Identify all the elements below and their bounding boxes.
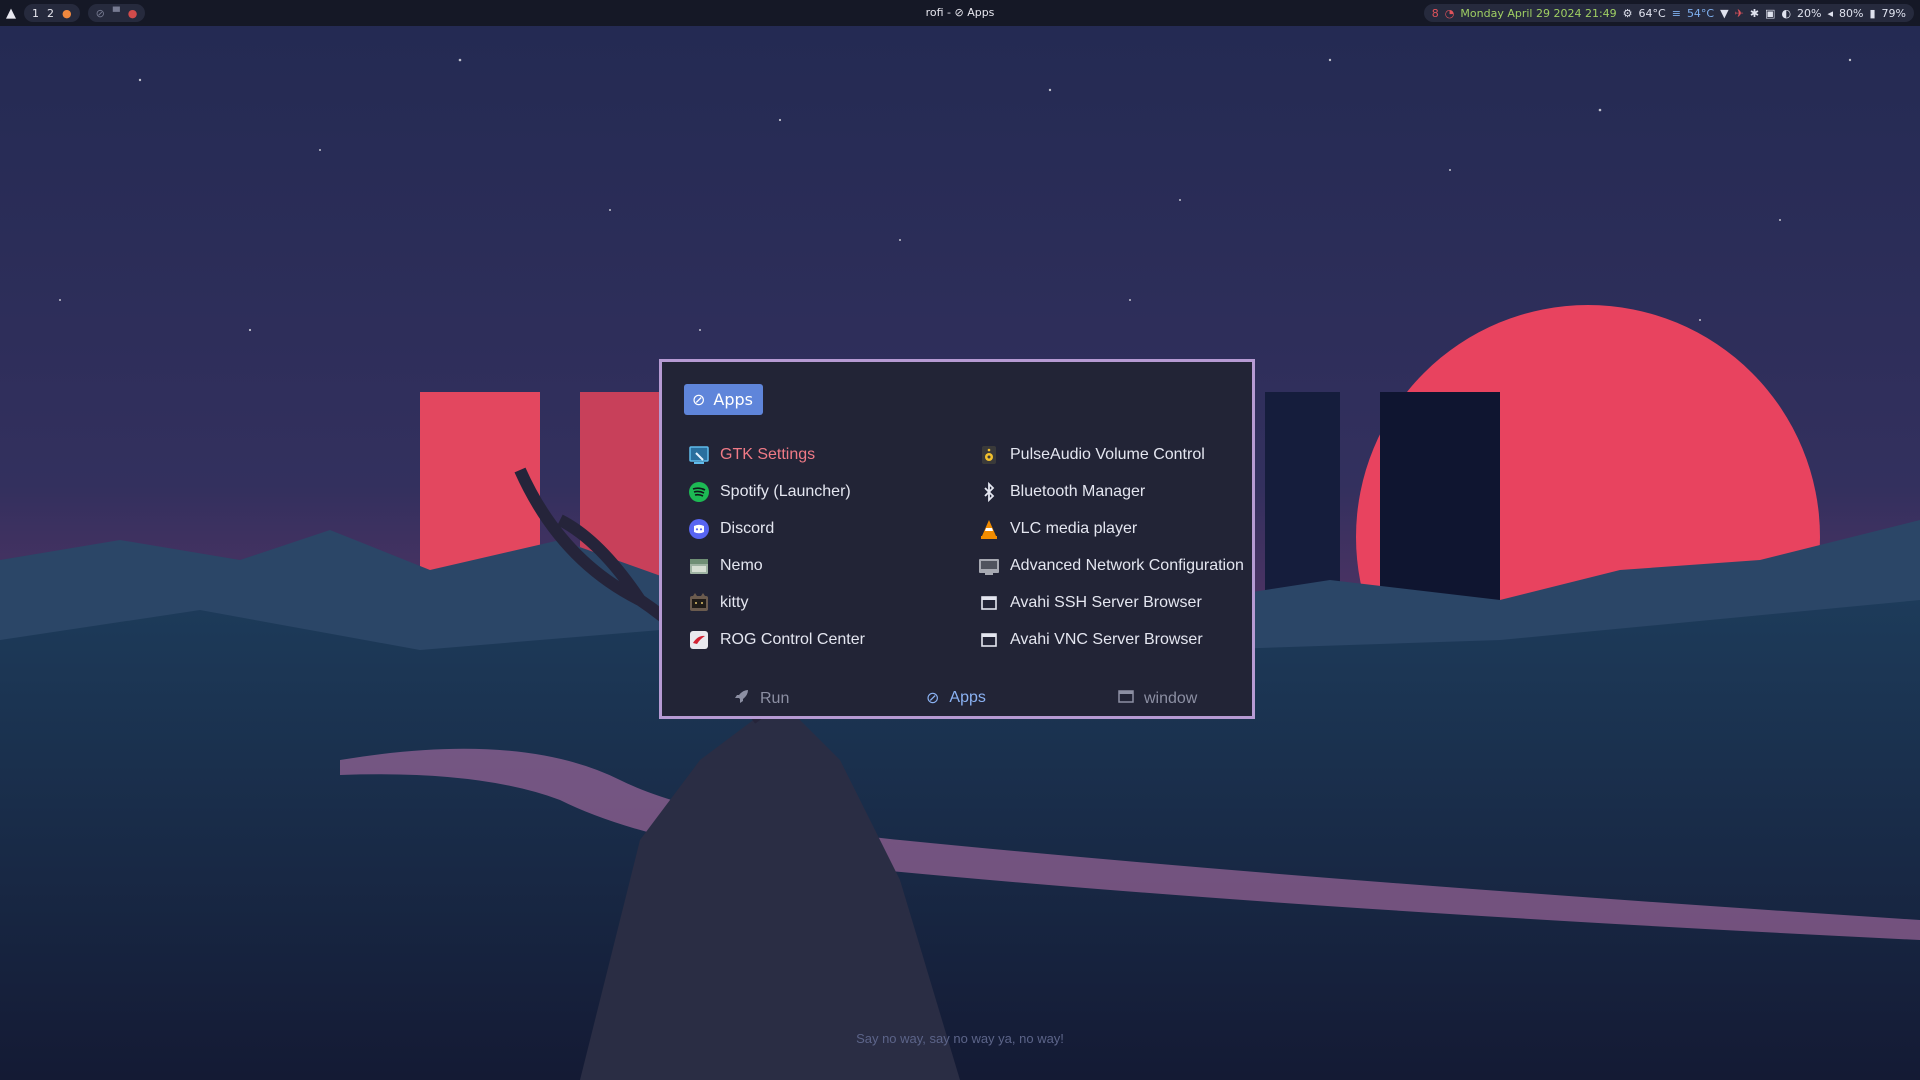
rocket-icon <box>734 688 750 709</box>
gtk-settings-icon <box>688 444 710 466</box>
brightness-icon: ◐ <box>1781 6 1792 20</box>
app-item-kitty[interactable]: kitty <box>688 584 865 621</box>
discord-icon <box>688 518 710 540</box>
top-bar: ▲ 1 2 ● ⊘ ▀ ● rofi - ⊘ Apps 8 ◔ Monday A… <box>0 0 1920 26</box>
app-item-vlc[interactable]: VLC media player <box>978 510 1244 547</box>
network-icon <box>978 555 1000 577</box>
prompt-label: Apps <box>713 390 753 409</box>
app-label: VLC media player <box>1010 519 1138 537</box>
window-icon <box>978 629 1000 651</box>
mode-prompt: ⊘ Apps <box>684 384 763 415</box>
mode-window-button[interactable]: window <box>1118 688 1197 709</box>
app-list-left: GTK Settings Spotify (Launcher) Discord … <box>688 436 865 658</box>
app-label: Avahi VNC Server Browser <box>1010 630 1203 648</box>
apps-icon: ⊘ <box>692 390 706 409</box>
mode-switcher: Run ⊘ Apps window <box>662 688 1252 710</box>
app-item-bluetooth-manager[interactable]: Bluetooth Manager <box>978 473 1244 510</box>
window-icon <box>1118 688 1134 709</box>
kitty-icon <box>688 592 710 614</box>
app-item-pulseaudio[interactable]: PulseAudio Volume Control <box>978 436 1244 473</box>
volume-level[interactable]: 80% <box>1839 7 1863 20</box>
bell-icon[interactable]: ◔ <box>1445 7 1455 20</box>
wifi-icon[interactable]: ▼ <box>1720 7 1728 20</box>
app-item-avahi-vnc[interactable]: Avahi VNC Server Browser <box>978 621 1244 658</box>
cpu-temp: 64°C <box>1638 6 1666 20</box>
app-item-spotify[interactable]: Spotify (Launcher) <box>688 473 865 510</box>
app-label: Spotify (Launcher) <box>720 482 851 500</box>
speaker-icon <box>978 444 1000 466</box>
gpu-temp: 54°C <box>1686 6 1715 20</box>
vlc-cone-icon <box>978 518 1000 540</box>
nemo-folder-icon <box>688 555 710 577</box>
bluetooth-icon <box>978 481 1000 503</box>
mode-label: window <box>1144 689 1198 707</box>
gpu-icon: ≡ <box>1671 6 1681 20</box>
app-label: GTK Settings <box>720 445 816 463</box>
cpu-icon: ⚙ <box>1622 6 1633 20</box>
app-label: Avahi SSH Server Browser <box>1010 593 1202 611</box>
rog-icon <box>688 629 710 651</box>
mode-label: Apps <box>949 689 986 706</box>
rofi-launcher: ⊘ Apps GTK Settings Spotify (Launcher) D… <box>659 359 1255 719</box>
app-item-network-config[interactable]: Advanced Network Configuration <box>978 547 1244 584</box>
app-item-discord[interactable]: Discord <box>688 510 865 547</box>
battery-level: 79% <box>1881 6 1906 20</box>
battery-icon: ▮ <box>1869 6 1876 20</box>
app-label: Nemo <box>720 556 763 574</box>
wallpaper-tagline: Say no way, say no way ya, no way! <box>856 1031 1064 1046</box>
status-area: 8 ◔ Monday April 29 2024 21:49 ⚙ 64°C ≡ … <box>1423 4 1914 22</box>
notification-count[interactable]: 8 <box>1432 7 1439 20</box>
mode-run-button[interactable]: Run <box>734 688 789 709</box>
app-item-gtk-settings[interactable]: GTK Settings <box>688 436 865 473</box>
mode-apps-button[interactable]: ⊘ Apps <box>926 688 986 708</box>
app-item-rog-control-center[interactable]: ROG Control Center <box>688 621 865 658</box>
discord-tray-icon[interactable]: ▣ <box>1765 7 1775 20</box>
app-item-avahi-ssh[interactable]: Avahi SSH Server Browser <box>978 584 1244 621</box>
brightness-level[interactable]: 20% <box>1797 7 1821 20</box>
bluetooth-tray-icon[interactable]: ✱ <box>1750 7 1759 20</box>
mode-label: Run <box>760 689 790 707</box>
clock[interactable]: Monday April 29 2024 21:49 <box>1460 7 1616 20</box>
app-label: kitty <box>720 593 749 611</box>
volume-icon: ◂ <box>1827 6 1834 20</box>
app-label: Advanced Network Configuration <box>1010 556 1244 574</box>
spotify-icon <box>688 481 710 503</box>
app-label: Discord <box>720 519 775 537</box>
app-item-nemo[interactable]: Nemo <box>688 547 865 584</box>
airplane-icon[interactable]: ✈ <box>1735 7 1744 20</box>
app-label: ROG Control Center <box>720 630 865 648</box>
app-list-right: PulseAudio Volume Control Bluetooth Mana… <box>978 436 1244 658</box>
app-label: Bluetooth Manager <box>1010 482 1146 500</box>
window-icon <box>978 592 1000 614</box>
apps-icon: ⊘ <box>926 690 940 707</box>
app-label: PulseAudio Volume Control <box>1010 445 1205 463</box>
